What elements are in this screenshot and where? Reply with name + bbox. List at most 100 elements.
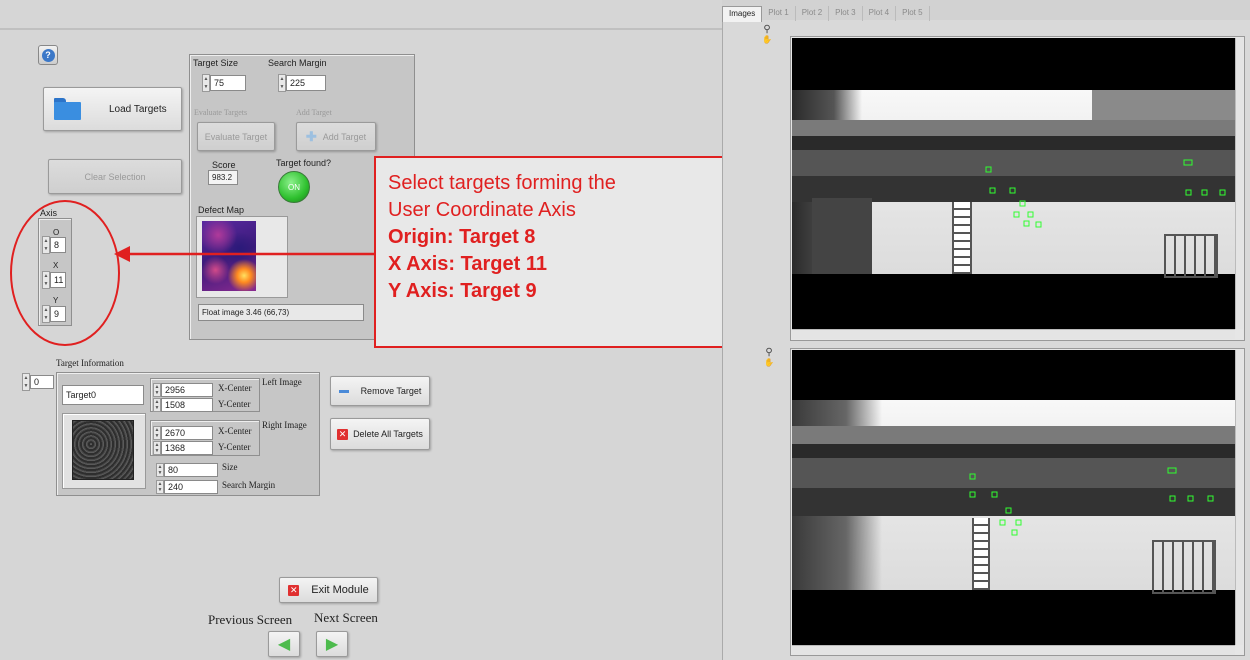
add-target-label: Add Target — [322, 131, 367, 142]
target-thumbnail — [72, 420, 134, 480]
zoom-tools-bottom[interactable]: ⚲ ✋ — [762, 347, 776, 377]
target-size-spinner[interactable]: ▲ ▼ — [202, 74, 210, 92]
score-display: 983.2 — [208, 170, 238, 185]
tab-plot-3[interactable]: Plot 3 — [829, 6, 863, 21]
left-y-center-label: Y-Center — [218, 399, 251, 409]
zoom-tools-top[interactable]: ⚲ ✋ — [760, 24, 774, 54]
add-target-caption: Add Target — [296, 108, 332, 117]
arrow-right-icon: ▶ — [325, 636, 339, 653]
left-target-markers — [985, 159, 1226, 228]
evaluate-target-button[interactable]: Evaluate Target — [197, 122, 275, 151]
callout-line-2: User Coordinate Axis — [388, 199, 576, 221]
exit-module-label: Exit Module — [311, 584, 369, 596]
exit-module-button[interactable]: ✕ Exit Module — [279, 577, 378, 603]
pan-icon: ✋ — [764, 358, 774, 367]
load-targets-label: Load Targets — [109, 103, 167, 115]
evaluate-target-label: Evaluate Target — [204, 131, 268, 142]
plot-tabs: Images Plot 1 Plot 2 Plot 3 Plot 4 Plot … — [722, 6, 930, 22]
margin-label: Search Margin — [222, 480, 276, 490]
target-found-led: ON — [278, 171, 310, 203]
size-control[interactable]: ▲ ▼ 80 — [156, 461, 218, 479]
plus-icon: ✚ — [305, 128, 317, 144]
size-label: Size — [222, 462, 238, 472]
right-display-vscroll[interactable] — [1235, 350, 1243, 645]
target-size-control[interactable]: ▲ ▼ 75 — [202, 74, 246, 92]
target-info-label: Target Information — [56, 358, 124, 368]
right-x-field[interactable]: 2670 — [161, 426, 213, 440]
delete-all-targets-button[interactable]: ✕ Delete All Targets — [330, 418, 430, 450]
delete-all-label: Delete All Targets — [353, 429, 423, 439]
axis-highlight-ellipse — [10, 200, 120, 346]
folder-icon — [54, 98, 81, 120]
size-spinner[interactable]: ▲ ▼ — [156, 463, 164, 477]
remove-target-button[interactable]: Remove Target — [330, 376, 430, 406]
left-x-spinner[interactable]: ▲ ▼ — [153, 383, 161, 397]
zoom-icon: ⚲ — [765, 347, 773, 358]
evaluate-targets-caption: Evaluate Targets — [194, 108, 248, 117]
clear-selection-label: Clear Selection — [84, 171, 146, 182]
left-y-control[interactable]: ▲ ▼ 1508 — [153, 396, 213, 414]
tab-plot-5[interactable]: Plot 5 — [896, 6, 930, 21]
close-icon: ✕ — [337, 428, 349, 440]
next-screen-label: Next Screen — [314, 610, 378, 625]
top-strip — [0, 0, 722, 30]
tab-plot-4[interactable]: Plot 4 — [863, 6, 897, 21]
target-name-field[interactable]: Target0 — [62, 385, 144, 405]
arrow-left-icon: ◀ — [277, 636, 291, 653]
search-margin-field[interactable]: 225 — [286, 75, 326, 91]
defect-map-status: Float image 3.46 (66,73) — [198, 304, 364, 321]
target-index-field[interactable]: 0 — [30, 375, 54, 389]
left-display-vscroll[interactable] — [1235, 38, 1243, 329]
left-image-label: Left Image — [262, 377, 302, 387]
defect-map-label: Defect Map — [198, 205, 245, 215]
right-x-center-label: X-Center — [218, 426, 252, 436]
right-target-markers — [969, 467, 1214, 536]
right-y-center-label: Y-Center — [218, 442, 251, 452]
target-found-label: Target found? — [276, 158, 332, 168]
left-x-center-label: X-Center — [218, 383, 252, 393]
right-y-spinner[interactable]: ▲ ▼ — [153, 441, 161, 455]
margin-control[interactable]: ▲ ▼ 240 — [156, 478, 218, 496]
callout-arrow — [114, 246, 374, 262]
right-x-spinner[interactable]: ▲ ▼ — [153, 426, 161, 440]
target-size-label: Target Size — [193, 58, 239, 68]
right-y-control[interactable]: ▲ ▼ 1368 — [153, 439, 213, 457]
minus-icon — [338, 389, 349, 393]
pan-icon: ✋ — [762, 35, 772, 44]
target-found-value: ON — [288, 182, 300, 192]
margin-field[interactable]: 240 — [164, 480, 218, 494]
tab-plot-1[interactable]: Plot 1 — [762, 6, 796, 21]
next-screen-button[interactable]: ▶ — [316, 631, 348, 657]
target-index-control[interactable]: ▲ ▼ 0 — [22, 373, 54, 391]
left-y-spinner[interactable]: ▲ ▼ — [153, 398, 161, 412]
question-circle-icon: ? — [41, 48, 55, 62]
zoom-icon: ⚲ — [763, 24, 771, 35]
search-margin-spinner[interactable]: ▲ ▼ — [278, 74, 286, 92]
left-y-field[interactable]: 1508 — [161, 398, 213, 412]
left-display-hscroll[interactable] — [792, 329, 1235, 339]
size-field[interactable]: 80 — [164, 463, 218, 477]
right-display-hscroll[interactable] — [792, 645, 1235, 655]
close-icon: ✕ — [288, 584, 300, 596]
load-targets-button[interactable]: Load Targets — [43, 87, 182, 131]
target-index-spinner[interactable]: ▲ ▼ — [22, 373, 30, 391]
previous-screen-label: Previous Screen — [208, 612, 293, 627]
remove-target-label: Remove Target — [360, 386, 422, 396]
tab-images[interactable]: Images — [722, 6, 763, 22]
right-y-field[interactable]: 1368 — [161, 441, 213, 455]
previous-screen-button[interactable]: ◀ — [268, 631, 300, 657]
callout-line-4: X Axis: Target 11 — [388, 253, 547, 275]
clear-selection-button[interactable]: Clear Selection — [48, 159, 182, 194]
tab-plot-2[interactable]: Plot 2 — [796, 6, 830, 21]
margin-spinner[interactable]: ▲ ▼ — [156, 480, 164, 494]
right-image-label: Right Image — [262, 420, 307, 430]
help-button[interactable]: ? — [38, 45, 58, 65]
callout-line-3: Origin: Target 8 — [388, 226, 536, 248]
left-x-field[interactable]: 2956 — [161, 383, 213, 397]
search-margin-control[interactable]: ▲ ▼ 225 — [278, 74, 326, 92]
callout-line-1: Select targets forming the — [388, 172, 616, 194]
instruction-callout: Select targets forming the User Coordina… — [374, 156, 782, 348]
target-size-field[interactable]: 75 — [210, 75, 246, 91]
score-label: Score — [212, 160, 236, 170]
add-target-button[interactable]: ✚ Add Target — [296, 122, 376, 151]
